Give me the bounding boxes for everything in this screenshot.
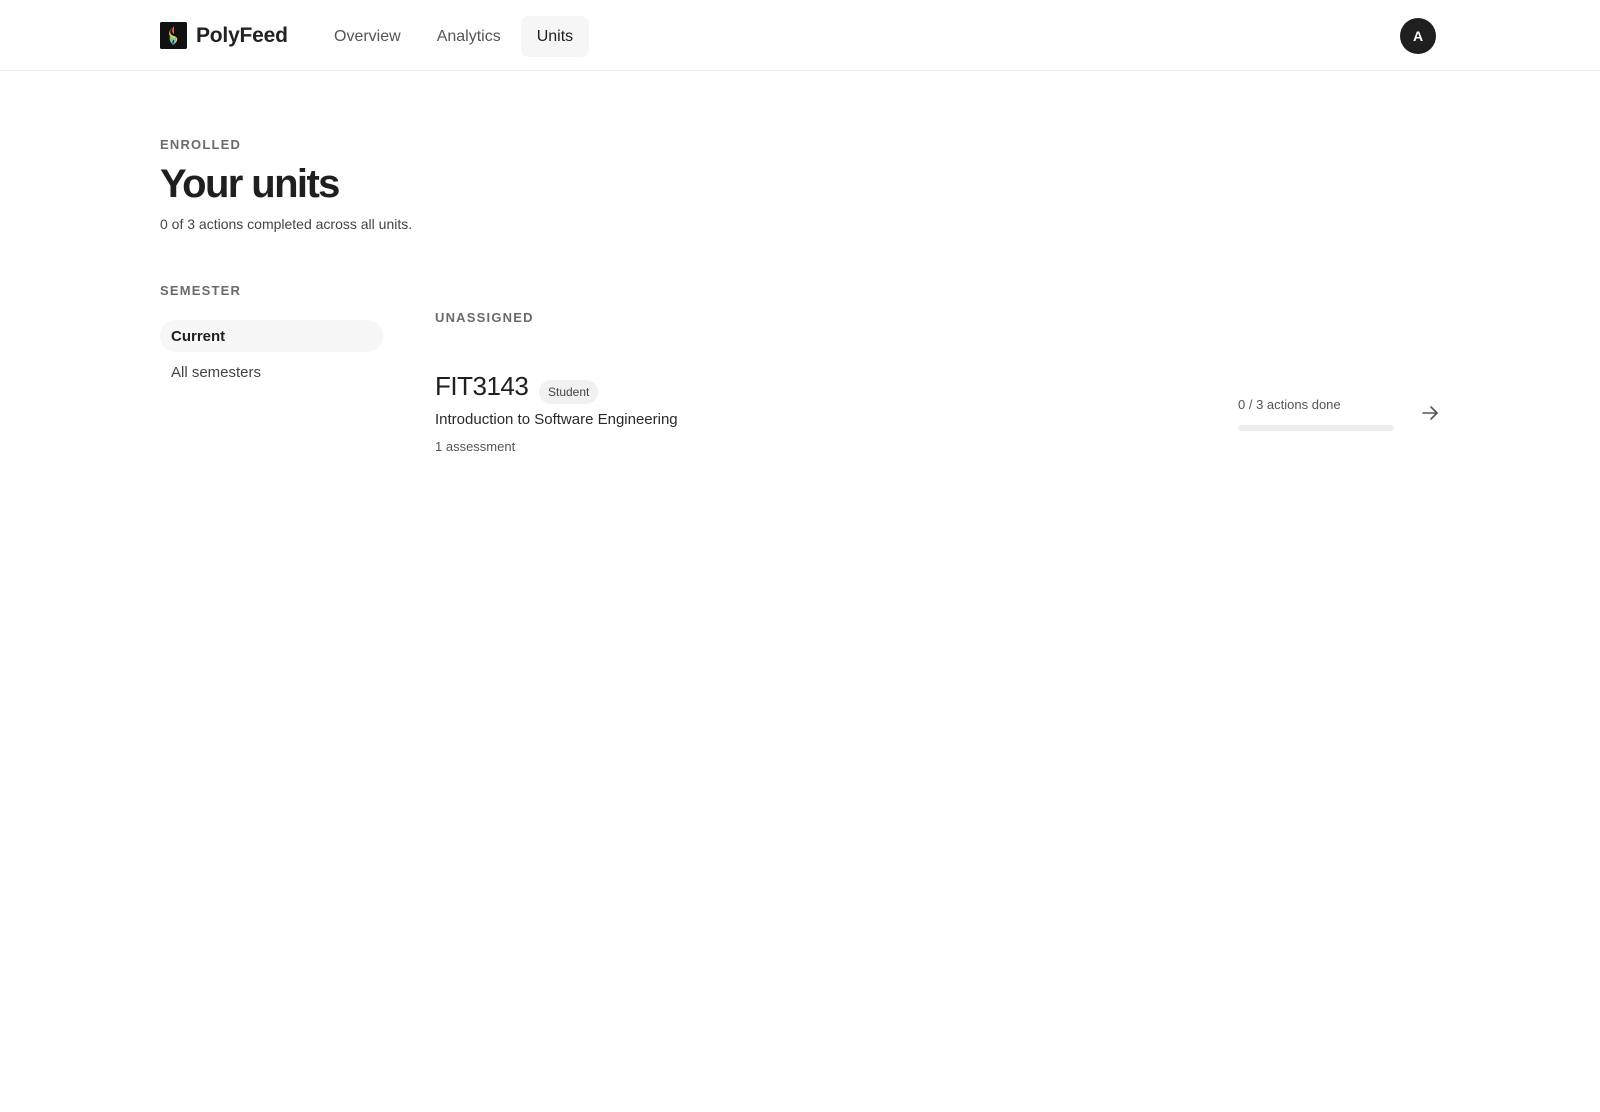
top-navigation-bar: PolyFeed Overview Analytics Units A [0, 0, 1600, 71]
progress-label: 0 / 3 actions done [1238, 397, 1341, 412]
user-avatar[interactable]: A [1400, 18, 1436, 54]
group-heading: UNASSIGNED [435, 310, 534, 325]
unit-code: FIT3143 [435, 371, 529, 401]
tab-analytics[interactable]: Analytics [421, 16, 517, 57]
unit-name: Introduction to Software Engineering [435, 411, 678, 428]
unit-assessment-count: 1 assessment [435, 439, 516, 454]
arrow-right-icon[interactable] [1419, 402, 1441, 424]
tab-overview[interactable]: Overview [318, 16, 417, 57]
role-badge: Student [539, 380, 599, 404]
page-title: Your units [160, 162, 340, 206]
tab-units[interactable]: Units [520, 16, 590, 57]
brand[interactable]: PolyFeed [160, 22, 288, 49]
progress-bar [1238, 425, 1394, 431]
main-nav: Overview Analytics Units [318, 16, 590, 57]
app-name: PolyFeed [196, 23, 288, 47]
semester-filter-all[interactable]: All semesters [160, 356, 383, 388]
page-subtitle: 0 of 3 actions completed across all unit… [160, 216, 413, 232]
polyfeed-logo-icon [160, 22, 187, 49]
page-eyebrow: ENROLLED [160, 137, 242, 152]
semester-heading: SEMESTER [160, 283, 242, 298]
semester-filter-current[interactable]: Current [160, 320, 383, 352]
